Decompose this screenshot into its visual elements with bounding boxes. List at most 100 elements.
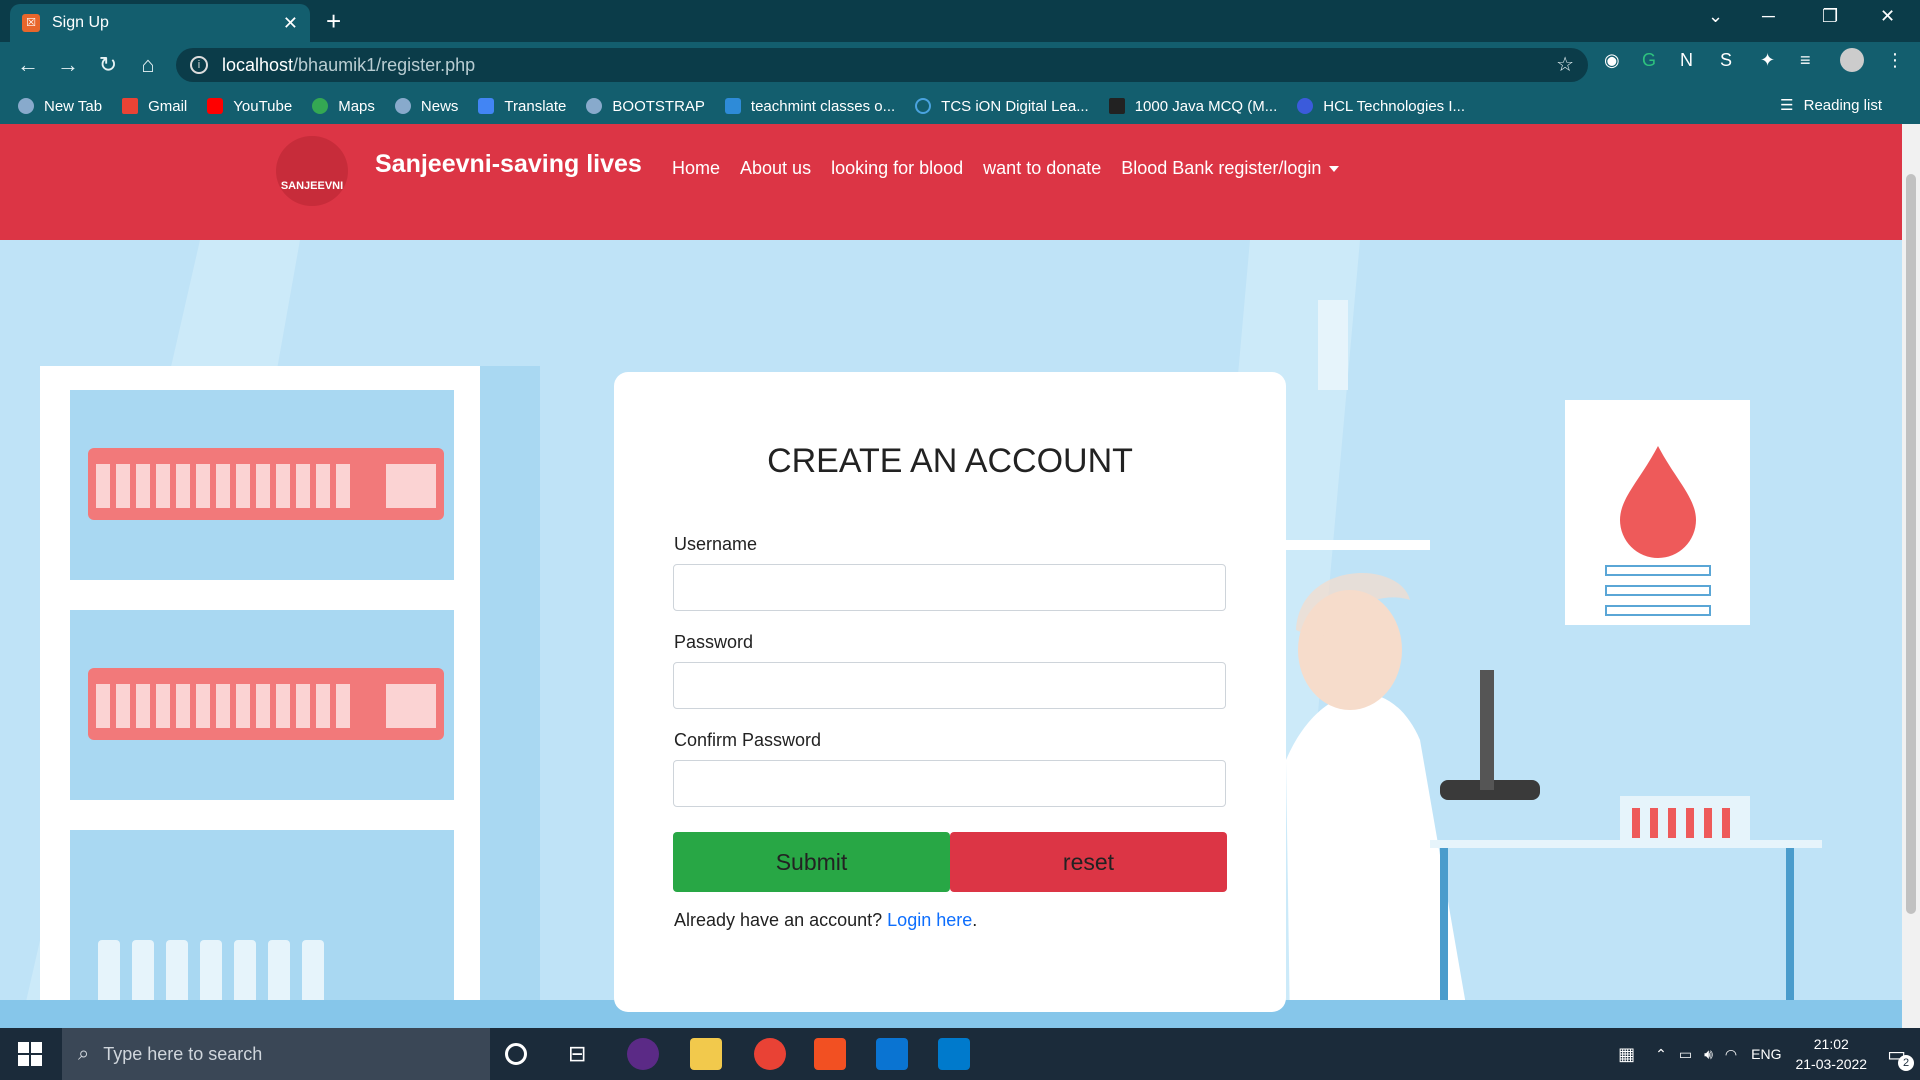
camera-extension-icon[interactable]: ◉ bbox=[1604, 50, 1620, 71]
forward-icon[interactable]: → bbox=[48, 52, 88, 78]
tab-title: Sign Up bbox=[52, 14, 109, 31]
system-tray: ▦ ⌃ ▭ 🔊︎ ◠ ENG 21:02 21-03-2022 ▭ 2 bbox=[1618, 1028, 1914, 1080]
bookmark-translate[interactable]: Translate bbox=[478, 98, 566, 115]
clock-date: 21-03-2022 bbox=[1795, 1056, 1868, 1072]
search-icon: ⌕ bbox=[78, 1042, 90, 1065]
cortana-icon[interactable] bbox=[505, 1043, 527, 1065]
username-label: Username bbox=[674, 534, 758, 554]
login-prompt: Already have an account? Login here. bbox=[674, 910, 977, 931]
nav-want-to-donate[interactable]: want to donate bbox=[983, 158, 1101, 179]
nav-looking-for-blood[interactable]: looking for blood bbox=[831, 158, 963, 179]
notifications-icon[interactable]: ▭ 2 bbox=[1887, 1042, 1914, 1071]
bookmark-maps[interactable]: Maps bbox=[312, 98, 375, 115]
login-prompt-text: Already have an account? bbox=[674, 910, 883, 930]
nav-links: Home About us looking for blood want to … bbox=[672, 158, 1359, 179]
browser-tab-strip: ☒ Sign Up ✕ + ⌄ ─ ❐ ✕ bbox=[0, 0, 1920, 42]
windows-taskbar: ⌕ Type here to search ⊟ ▦ ⌃ ▭ 🔊︎ ◠ ENG 2… bbox=[0, 1028, 1920, 1080]
s-extension-icon[interactable]: S bbox=[1720, 50, 1732, 71]
submit-button[interactable]: Submit bbox=[673, 832, 950, 892]
nav-blood-bank-dropdown[interactable]: Blood Bank register/login bbox=[1121, 158, 1340, 179]
bookmark-gmail[interactable]: Gmail bbox=[122, 98, 187, 115]
scrollbar-thumb[interactable] bbox=[1906, 174, 1916, 914]
tab-close-icon[interactable]: ✕ bbox=[283, 13, 298, 34]
site-navbar: SANJEEVNI Sanjeevni-saving lives Home Ab… bbox=[0, 124, 1902, 240]
microsoft-store-icon[interactable] bbox=[814, 1038, 846, 1070]
sanjeevni-logo[interactable]: SANJEEVNI bbox=[276, 136, 348, 206]
extensions-puzzle-icon[interactable]: ✦ bbox=[1760, 50, 1775, 71]
bookmark-youtube[interactable]: YouTube bbox=[207, 98, 292, 115]
username-input[interactable] bbox=[673, 564, 1226, 611]
chrome-icon[interactable] bbox=[754, 1038, 786, 1070]
bookmark-bootstrap[interactable]: BOOTSTRAP bbox=[586, 98, 705, 115]
windows-start-icon[interactable] bbox=[18, 1042, 42, 1066]
youtube-icon bbox=[207, 98, 224, 114]
maps-pin-icon bbox=[312, 98, 329, 114]
mail-icon[interactable] bbox=[876, 1038, 908, 1070]
url-path: /bhaumik1/register.php bbox=[293, 54, 476, 75]
search-placeholder: Type here to search bbox=[103, 1043, 263, 1064]
browser-toolbar: ← → ↻ ⌂ i localhost/bhaumik1/register.ph… bbox=[0, 42, 1920, 88]
sanfoundry-icon bbox=[1108, 98, 1125, 114]
page-viewport: SANJEEVNI Sanjeevni-saving lives Home Ab… bbox=[0, 124, 1902, 1028]
profile-avatar[interactable] bbox=[1840, 48, 1864, 72]
minimize-icon[interactable]: ─ bbox=[1762, 6, 1775, 27]
task-view-icon[interactable]: ⊟ bbox=[568, 1038, 600, 1070]
grammarly-icon[interactable]: G bbox=[1642, 50, 1656, 71]
file-explorer-icon[interactable] bbox=[690, 1038, 722, 1070]
login-prompt-period: . bbox=[972, 910, 978, 930]
tray-chevron-icon[interactable]: ⌃ bbox=[1655, 1046, 1667, 1063]
nav-about[interactable]: About us bbox=[740, 158, 811, 179]
reading-list[interactable]: ☰ Reading list bbox=[1780, 96, 1882, 115]
reset-button[interactable]: reset bbox=[950, 832, 1227, 892]
menu-kebab-icon[interactable]: ⋮ bbox=[1886, 50, 1904, 71]
bookmark-news[interactable]: News bbox=[394, 98, 458, 115]
bookmark-star-icon[interactable]: ☆ bbox=[1556, 52, 1574, 77]
url-host: localhost bbox=[222, 54, 294, 75]
globe-icon bbox=[586, 98, 603, 114]
vscode-icon[interactable] bbox=[938, 1038, 970, 1070]
dropdown-caret-icon bbox=[1329, 166, 1340, 173]
restore-icon[interactable]: ❐ bbox=[1822, 6, 1838, 27]
globe-icon bbox=[394, 98, 411, 114]
wifi-icon[interactable]: ◠ bbox=[1725, 1046, 1737, 1063]
password-label: Password bbox=[674, 632, 754, 652]
back-icon[interactable]: ← bbox=[8, 52, 48, 78]
clock-time: 21:02 bbox=[1813, 1036, 1849, 1052]
browser-tab[interactable]: ☒ Sign Up ✕ bbox=[10, 4, 310, 42]
bookmarks-bar: New Tab Gmail YouTube Maps News Translat… bbox=[0, 88, 1920, 124]
bookmark-tcs-ion[interactable]: TCS iON Digital Lea... bbox=[915, 98, 1089, 115]
gmail-icon bbox=[122, 98, 139, 114]
nav-home[interactable]: Home bbox=[672, 158, 720, 179]
taskbar-search[interactable]: ⌕ Type here to search bbox=[62, 1028, 490, 1080]
notion-extension-icon[interactable]: N bbox=[1680, 50, 1693, 71]
language-indicator[interactable]: ENG bbox=[1751, 1046, 1781, 1062]
clock[interactable]: 21:02 21-03-2022 bbox=[1795, 1034, 1867, 1074]
bookmark-teachmint[interactable]: teachmint classes o... bbox=[724, 98, 895, 115]
brand-name[interactable]: Sanjeevni-saving lives bbox=[375, 150, 642, 179]
keyboard-icon[interactable]: ▦ bbox=[1618, 1044, 1635, 1065]
media-app-icon[interactable] bbox=[627, 1038, 659, 1070]
confirm-password-label: Confirm Password bbox=[674, 730, 822, 750]
close-window-icon[interactable]: ✕ bbox=[1880, 6, 1895, 27]
address-bar[interactable]: i localhost/bhaumik1/register.php ☆ bbox=[176, 48, 1588, 82]
globe-icon bbox=[18, 98, 34, 114]
tab-search-chevron-icon[interactable]: ⌄ bbox=[1708, 6, 1723, 27]
confirm-password-input[interactable] bbox=[673, 760, 1226, 807]
bookmark-new-tab[interactable]: New Tab bbox=[18, 98, 102, 115]
battery-icon[interactable]: ▭ bbox=[1679, 1046, 1692, 1063]
site-info-icon[interactable]: i bbox=[190, 56, 208, 74]
volume-icon[interactable]: 🔊︎ bbox=[1704, 1046, 1713, 1063]
login-link[interactable]: Login here bbox=[887, 910, 972, 930]
reading-list-icon: ☰ bbox=[1780, 97, 1794, 114]
xampp-favicon-icon: ☒ bbox=[22, 14, 40, 32]
home-icon[interactable]: ⌂ bbox=[128, 52, 168, 78]
form-title: CREATE AN ACCOUNT bbox=[767, 442, 1133, 480]
new-tab-icon[interactable]: + bbox=[326, 8, 341, 34]
password-input[interactable] bbox=[673, 662, 1226, 709]
register-card: CREATE AN ACCOUNT Username Password Conf… bbox=[614, 372, 1286, 1012]
bookmark-java-mcq[interactable]: 1000 Java MCQ (M... bbox=[1108, 98, 1277, 115]
page-scrollbar[interactable] bbox=[1902, 124, 1920, 1028]
media-control-icon[interactable]: ≡ bbox=[1800, 50, 1811, 71]
bookmark-hcl[interactable]: HCL Technologies I... bbox=[1297, 98, 1465, 115]
reload-icon[interactable]: ↻ bbox=[88, 52, 128, 78]
